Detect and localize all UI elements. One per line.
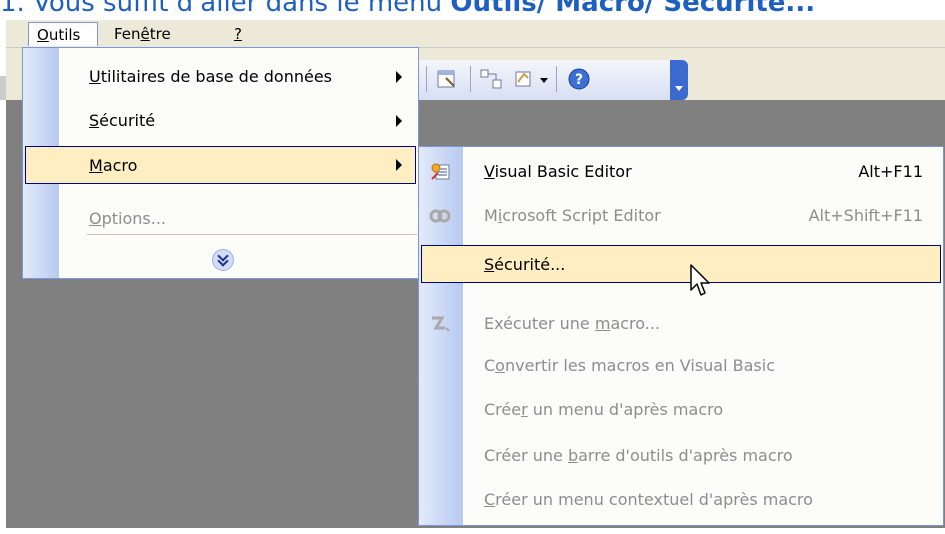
menu-item-utilitaires[interactable]: Utilitaires de base de données xyxy=(25,58,416,96)
toolbar-options-chevron[interactable] xyxy=(670,60,688,100)
menu-item-options[interactable]: Options... xyxy=(25,200,416,238)
menu-item-securite[interactable]: Sécurité xyxy=(25,102,416,140)
submenu-arrow-icon xyxy=(396,159,402,171)
menu-item-convertir-macros[interactable]: Convertir les macros en Visual Basic xyxy=(421,347,941,385)
shortcut-label: Alt+F11 xyxy=(858,162,923,181)
run-macro-icon xyxy=(432,316,450,332)
chevron-down-icon[interactable] xyxy=(540,78,548,83)
toolbar-separator xyxy=(470,66,471,92)
menu-item-script-editor[interactable]: Microsoft Script Editor Alt+Shift+F11 xyxy=(421,197,941,235)
macro-submenu: Visual Basic Editor Alt+F11 Microsoft Sc… xyxy=(418,146,944,526)
caption-prefix: 1. Vous suffit d'aller dans le menu xyxy=(0,0,451,18)
menu-bar: Outils Fenêtre ? xyxy=(6,20,945,48)
screenshot: 1. Vous suffit d'aller dans le menu Outi… xyxy=(0,0,945,534)
toolbar-stub xyxy=(0,76,6,100)
menu-item-executer-macro[interactable]: Exécuter une macro... xyxy=(421,305,941,343)
properties-icon[interactable] xyxy=(434,66,460,92)
double-chevron-down-icon[interactable] xyxy=(212,249,234,271)
menu-item-creer-menu[interactable]: Créer un menu d'après macro xyxy=(421,391,941,429)
submenu-arrow-icon xyxy=(396,115,402,127)
menu-item-macro-securite[interactable]: Sécurité... xyxy=(421,245,941,283)
menu-fenetre[interactable]: Fenêtre xyxy=(106,22,196,46)
caption-text: 1. Vous suffit d'aller dans le menu Outi… xyxy=(0,0,945,20)
toolbar-separator xyxy=(556,66,557,92)
svg-text:?: ? xyxy=(575,72,583,88)
submenu-arrow-icon xyxy=(396,71,402,83)
mouse-pointer-icon xyxy=(690,264,710,296)
toolbar-separator xyxy=(426,66,427,92)
visual-basic-editor-icon xyxy=(431,163,450,180)
help-icon[interactable]: ? xyxy=(566,66,592,92)
menu-item-macro[interactable]: Macro xyxy=(25,146,416,184)
relationships-icon[interactable] xyxy=(478,66,504,92)
shortcut-label: Alt+Shift+F11 xyxy=(808,206,923,225)
menu-item-creer-menu-contextuel[interactable]: Créer un menu contextuel d'après macro xyxy=(421,481,941,519)
menu-item-creer-barre-outils[interactable]: Créer une barre d'outils d'après macro xyxy=(421,437,941,475)
script-editor-icon xyxy=(429,209,451,223)
menu-item-visual-basic-editor[interactable]: Visual Basic Editor Alt+F11 xyxy=(421,153,941,191)
outils-menu: Utilitaires de base de données Sécurité … xyxy=(22,47,419,279)
new-object-icon[interactable] xyxy=(512,66,538,92)
menu-help[interactable]: ? xyxy=(226,22,256,46)
menu-outils[interactable]: Outils xyxy=(28,22,98,46)
caption-path: Outils/ Macro/ Sécurité... xyxy=(450,0,816,18)
